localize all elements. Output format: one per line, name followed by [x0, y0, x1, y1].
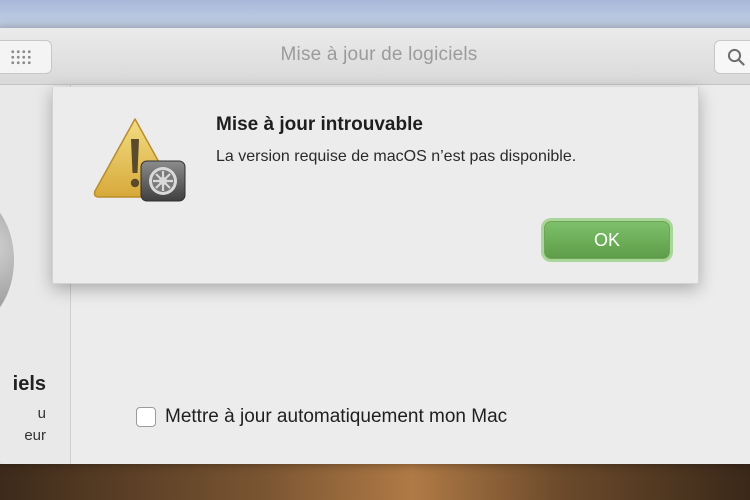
alert-dialog: Mise à jour introuvable La version requi…	[52, 87, 699, 284]
sidebar-title: iels	[12, 373, 46, 395]
search-button[interactable]	[714, 40, 750, 74]
auto-update-label[interactable]: Mettre à jour automatiquement mon Mac	[165, 406, 507, 428]
alert-message: La version requise de macOS n’est pas di…	[216, 148, 577, 165]
ok-button[interactable]: OK	[544, 221, 670, 259]
window-title: Mise à jour de logiciels	[280, 44, 478, 65]
window-titlebar: Mise à jour de logiciels	[0, 28, 750, 85]
caution-icon	[93, 118, 186, 202]
software-update-icon	[0, 195, 14, 325]
desktop-background-bottom	[0, 462, 750, 500]
sidebar-description-line1: u	[37, 405, 46, 422]
alert-title: Mise à jour introuvable	[216, 114, 423, 135]
auto-update-checkbox[interactable]	[136, 407, 156, 427]
sidebar-description-line2: eur	[24, 427, 46, 444]
desktop-background-top	[0, 0, 750, 30]
search-icon	[727, 48, 745, 66]
auto-update-row[interactable]: Mettre à jour automatiquement mon Mac	[136, 406, 507, 428]
